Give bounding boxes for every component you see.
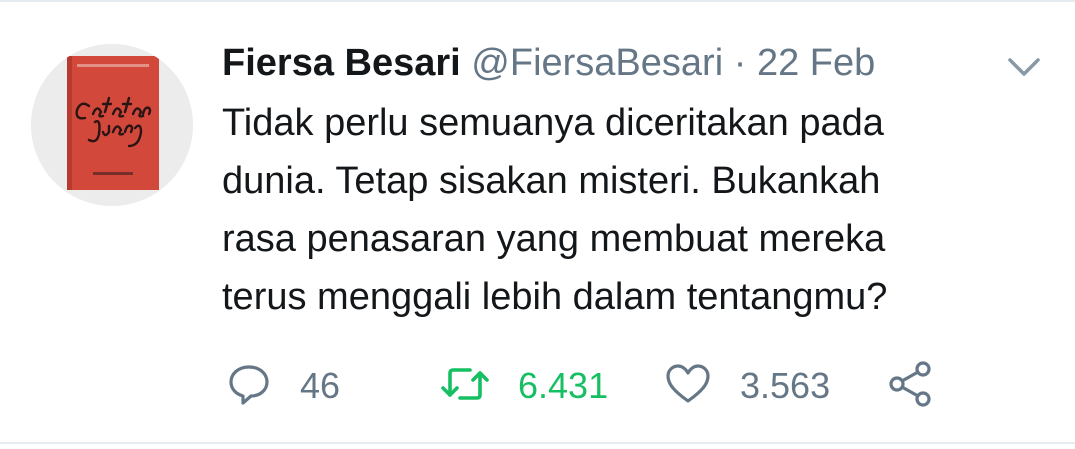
- book-cover-shape: [67, 56, 159, 190]
- book-author-text-shape: [93, 172, 133, 175]
- reply-button[interactable]: 46: [226, 356, 340, 416]
- reply-count: 46: [300, 365, 341, 406]
- tweet-text-line: Tidak perlu semuanya diceritakan pada: [222, 102, 884, 144]
- bottom-divider: [0, 442, 1075, 444]
- avatar[interactable]: [31, 44, 193, 206]
- tweet-text-line: rasa penasaran yang membuat mereka: [222, 218, 886, 260]
- tweet-text: Tidak perlu semuanya diceritakan pada du…: [222, 94, 1042, 326]
- retweet-button[interactable]: 6.431: [440, 356, 608, 416]
- retweet-icon: [440, 361, 490, 412]
- reply-icon: [226, 361, 272, 412]
- like-icon: [664, 361, 712, 412]
- tweet-actions: 46 6.431 3.563: [0, 356, 1075, 416]
- avatar-book-image: [31, 44, 193, 206]
- display-name[interactable]: Fiersa Besari: [222, 42, 461, 84]
- user-handle[interactable]: @FiersaBesari: [471, 42, 723, 84]
- tweet-date[interactable]: 22 Feb: [757, 42, 875, 84]
- separator-dot: ·: [733, 42, 747, 84]
- like-count: 3.563: [740, 365, 831, 406]
- tweet[interactable]: Fiersa Besari @FiersaBesari · 22 Feb Tid…: [0, 0, 1075, 449]
- like-button[interactable]: 3.563: [664, 356, 830, 416]
- retweet-count: 6.431: [518, 365, 609, 406]
- tweet-text-line: terus menggali lebih dalam tentangmu?: [222, 276, 888, 318]
- tweet-text-line: dunia. Tetap sisakan misteri. Bukankah: [222, 160, 881, 202]
- chevron-down-icon[interactable]: [1004, 52, 1044, 82]
- share-button[interactable]: [886, 356, 934, 416]
- tweet-header: Fiersa Besari @FiersaBesari · 22 Feb: [222, 38, 875, 88]
- share-icon: [886, 359, 934, 414]
